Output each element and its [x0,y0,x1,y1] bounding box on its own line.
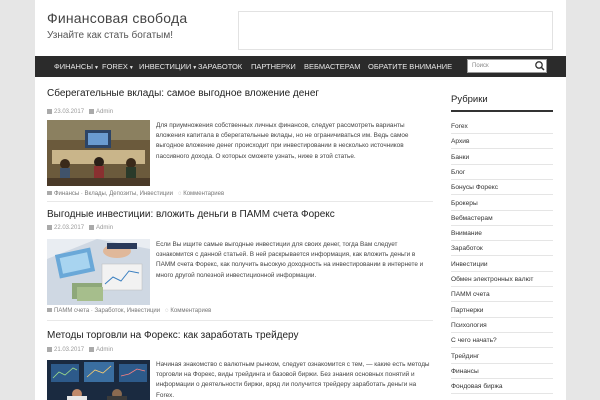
sidebar-category-item[interactable]: Блог [451,165,553,180]
calendar-icon [47,109,52,114]
post-meta: 21.03.2017 Admin [47,347,113,353]
sidebar-category-item[interactable]: Брокеры [451,196,553,211]
sidebar-category-item[interactable]: Партнерки [451,303,553,318]
sidebar-category-item[interactable]: ПАММ счета [451,287,553,303]
sidebar-title: Рубрики [451,94,488,105]
post-author[interactable]: Admin [96,225,113,231]
page-wrapper: Финансовая свобода Узнайте как стать бог… [35,0,566,400]
user-icon [89,109,95,114]
post-title[interactable]: Выгодные инвестиции: вложить деньги в ПА… [47,209,335,220]
post-thumbnail[interactable] [47,120,150,186]
sidebar-category-item[interactable]: Бонусы Форекс [451,180,553,196]
post-thumbnail[interactable] [47,239,150,305]
post-excerpt: Начиная знакомство с валютным рынком, сл… [156,361,430,399]
header-banner [238,11,553,50]
post-meta: 23.03.2017 Admin [47,109,113,115]
nav-item-webmasters[interactable]: ВЕБМАСТЕРАМ [304,56,361,77]
chevron-down-icon: ▼ [128,65,134,71]
sidebar-category-item[interactable]: Инвестиции [451,257,553,272]
sidebar-category-item[interactable]: Банки [451,150,553,165]
post-date: 23.03.2017 [54,109,85,116]
post-excerpt: Если Вы ищите самые выгодные инвестиции … [156,241,424,279]
sidebar-title-underline [451,110,553,112]
chevron-down-icon: ▼ [192,65,198,71]
user-icon [89,347,95,352]
comment-icon: ◌ [165,308,169,314]
post-title[interactable]: Методы торговли на Форекс: как заработат… [47,330,299,341]
post-divider [47,201,433,202]
site-description: Узнайте как стать богатым! [47,30,174,41]
calendar-icon [47,347,52,352]
post-card: Сберегательные вклады: самое выгодное вл… [47,88,433,203]
sidebar-category-item[interactable]: Внимание [451,226,553,242]
post-author[interactable]: Admin [96,109,113,115]
user-icon [89,225,95,230]
post-categories: Финансы · Вклады, Депозиты, Инвестиции ◌… [47,191,224,197]
comment-icon: ◌ [177,191,182,197]
site-header: Финансовая свобода Узнайте как стать бог… [35,0,566,56]
sidebar-category-item[interactable]: Трейдинг [451,349,553,364]
sidebar-category-item[interactable]: Вебмастерам [451,211,553,226]
nav-item-earnings[interactable]: ЗАРАБОТОК [198,56,242,77]
folder-icon [47,191,52,196]
nav-item-affiliates[interactable]: ПАРТНЕРКИ [251,56,296,77]
site-title[interactable]: Финансовая свобода [47,10,187,26]
post-author[interactable]: Admin [96,347,113,353]
sidebar-category-item[interactable]: Forex [451,119,553,134]
calendar-icon [47,225,52,230]
post-date: 22.03.2017 [54,225,85,232]
sidebar-category-item[interactable]: Психология [451,318,553,333]
sidebar-category-item[interactable]: С чего начать? [451,333,553,349]
nav-item-finance[interactable]: ФИНАНСЫ▼ [54,56,99,77]
post-title[interactable]: Сберегательные вклады: самое выгодное вл… [47,88,319,99]
post-excerpt: Для приумножения собственных личных фина… [156,122,409,160]
post-thumbnail[interactable] [47,360,150,400]
nav-item-forex[interactable]: FOREX▼ [102,56,134,77]
nav-item-attention[interactable]: ОБРАТИТЕ ВНИМАНИЕ [368,56,452,77]
sidebar-category-item[interactable]: Архив [451,134,553,150]
post-date: 21.03.2017 [54,347,85,354]
post-card: Методы торговли на Форекс: как заработат… [47,330,433,400]
sidebar-category-item[interactable]: Обмен электронных валют [451,272,553,287]
search-icon[interactable] [533,59,547,73]
post-divider [47,320,433,321]
folder-icon [47,308,52,313]
sidebar-category-item[interactable]: Фондовая биржа [451,379,553,395]
post-card: Выгодные инвестиции: вложить деньги в ПА… [47,209,433,324]
sidebar-category-item[interactable]: Заработок [451,241,553,257]
nav-item-investments[interactable]: ИНВЕСТИЦИИ▼ [139,56,197,77]
post-categories: ПАММ счета · Заработок, Инвестиции ◌ Ком… [47,308,211,314]
chevron-down-icon: ▼ [93,65,99,71]
post-meta: 22.03.2017 Admin [47,225,113,231]
sidebar-category-item[interactable]: Финансы [451,364,553,379]
